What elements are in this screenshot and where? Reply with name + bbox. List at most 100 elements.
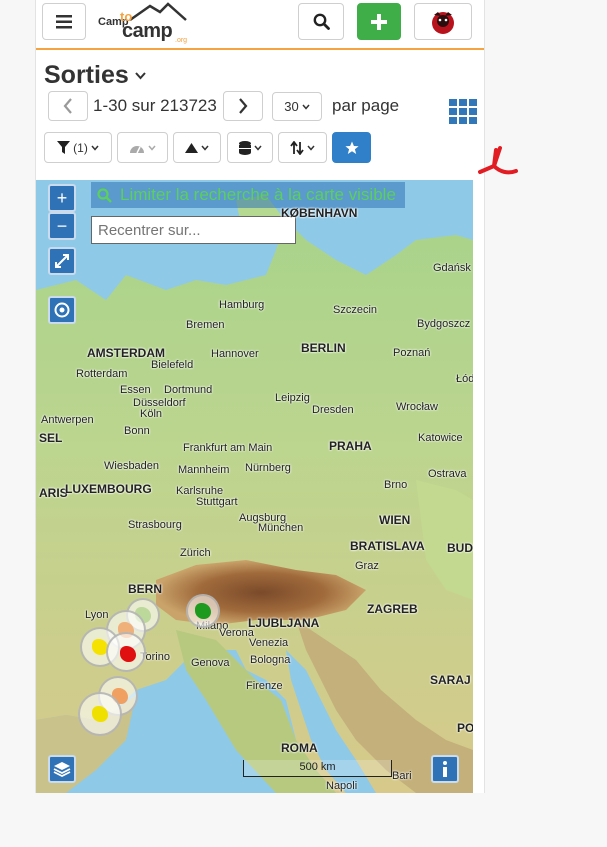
recenter-input[interactable] xyxy=(91,216,296,244)
app-container: Camp to camp .org Sorties 1-30 sur 21372… xyxy=(35,0,485,793)
page-size-select[interactable]: 30 xyxy=(272,92,322,121)
favorites-button[interactable] xyxy=(332,132,371,163)
top-navigation-bar: Camp to camp .org xyxy=(36,0,484,50)
map-city-label: Gdańsk xyxy=(433,262,471,274)
chevron-left-icon xyxy=(63,98,72,114)
geolocate-button[interactable] xyxy=(48,296,76,324)
map-layers-button[interactable] xyxy=(48,755,76,783)
chevron-down-icon xyxy=(307,145,315,151)
map-city-label: Bologna xyxy=(250,654,291,666)
zoom-out-button[interactable]: − xyxy=(48,212,76,240)
map-city-label: Napoli xyxy=(326,780,358,792)
map-city-label: Mannheim xyxy=(178,464,230,476)
map-city-label: Łódź xyxy=(456,373,473,385)
add-document-button[interactable] xyxy=(357,3,401,40)
filter-button[interactable]: (1) xyxy=(44,132,112,163)
map-city-label: KØBENHAVN xyxy=(281,206,358,220)
grid-view-icon[interactable] xyxy=(449,99,477,124)
map-city-label: Köln xyxy=(140,408,163,420)
map-city-label: BERN xyxy=(128,582,163,596)
map-city-label: BRATISLAVA xyxy=(350,539,425,553)
hamburger-icon xyxy=(56,14,72,28)
map-city-label: LJUBLJANA xyxy=(248,616,320,630)
map-city-label: Frankfurt am Main xyxy=(183,442,273,454)
zoom-in-button[interactable]: + xyxy=(48,184,76,212)
map-city-label: Lyon xyxy=(85,609,109,621)
layers-icon xyxy=(53,762,71,777)
map-city-label: LUXEMBOURG xyxy=(65,482,152,496)
camptocamp-logo[interactable]: Camp to camp .org xyxy=(98,2,194,46)
map-info-button[interactable] xyxy=(431,755,459,783)
map-city-label: SEL xyxy=(39,431,63,445)
dashboard-icon xyxy=(130,145,144,153)
chevron-down-icon xyxy=(148,145,156,151)
map-city-label: Leipzig xyxy=(275,392,310,404)
map-city-label: POD xyxy=(457,721,473,735)
chevron-down-icon xyxy=(253,145,262,151)
search-button[interactable] xyxy=(298,3,344,40)
star-icon xyxy=(344,141,359,154)
scale-label: 500 km xyxy=(299,761,336,773)
chevron-right-icon xyxy=(239,98,248,114)
database-filter-button[interactable] xyxy=(227,132,273,163)
map-city-label: Firenze xyxy=(246,680,283,692)
chevron-down-icon xyxy=(135,71,146,79)
map-city-label: Rotterdam xyxy=(76,368,128,380)
map-city-label: Brno xyxy=(384,479,408,491)
chevron-down-icon xyxy=(302,104,310,110)
filter-count: (1) xyxy=(73,140,88,155)
next-page-button[interactable] xyxy=(223,91,263,121)
sort-button[interactable] xyxy=(278,132,327,163)
map-city-label: Wiesbaden xyxy=(104,460,160,472)
map-city-label: Hamburg xyxy=(219,299,265,311)
user-account-button[interactable] xyxy=(414,3,472,40)
quality-filter-button[interactable] xyxy=(117,132,168,163)
map-city-label: ARIS xyxy=(39,486,68,500)
map-city-label: ZAGREB xyxy=(367,602,418,616)
map-city-label: BUD xyxy=(447,541,473,555)
outing-cluster[interactable] xyxy=(186,594,220,628)
map-city-label: Graz xyxy=(355,560,379,572)
map-city-label: AMSTERDAM xyxy=(87,346,165,360)
page-title[interactable]: Sorties xyxy=(44,61,146,90)
outing-cluster[interactable] xyxy=(106,632,146,672)
search-icon xyxy=(97,187,112,203)
per-page-label: par page xyxy=(332,96,400,115)
logo-text-part3: camp xyxy=(122,20,173,42)
map-city-label: Bydgoszcz xyxy=(417,318,471,330)
minus-icon: − xyxy=(56,215,68,236)
activity-filter-button[interactable] xyxy=(173,132,221,163)
user-avatar-icon xyxy=(432,11,454,34)
map-city-label: Bielefeld xyxy=(151,359,194,371)
chevron-down-icon xyxy=(201,145,209,151)
map-city-label: München xyxy=(258,522,304,534)
map-city-label: Genova xyxy=(191,657,230,669)
outing-cluster[interactable] xyxy=(78,692,122,736)
page-size-value: 30 xyxy=(284,99,299,114)
map-city-label: Strasbourg xyxy=(128,519,182,531)
map-city-label: Bremen xyxy=(186,319,225,331)
plus-icon xyxy=(371,13,387,30)
limit-search-to-map-toggle[interactable]: Limiter la recherche à la carte visible xyxy=(91,182,405,208)
fullscreen-button[interactable] xyxy=(48,247,76,275)
sort-arrows-icon xyxy=(290,140,304,155)
map-city-label: Antwerpen xyxy=(41,414,94,426)
red-annotation-arrow-icon xyxy=(478,146,518,175)
logo-text-part4: .org xyxy=(175,37,188,44)
filter-icon xyxy=(57,141,71,154)
map-city-label: Bonn xyxy=(124,425,150,437)
map-city-label: Ostrava xyxy=(428,468,467,480)
page-title-text: Sorties xyxy=(44,61,129,89)
mountain-icon xyxy=(185,142,198,153)
menu-button[interactable] xyxy=(42,3,86,40)
previous-page-button[interactable] xyxy=(48,91,88,121)
outings-map[interactable]: + − Limiter la recherche à la carte visi… xyxy=(36,180,473,793)
map-city-label: Wrocław xyxy=(396,401,438,413)
map-city-label: WIEN xyxy=(379,513,411,527)
map-city-label: SARAJ xyxy=(430,673,471,687)
map-scale-bar: 500 km xyxy=(243,760,392,777)
database-icon xyxy=(238,140,251,155)
limit-search-label: Limiter la recherche à la carte visible xyxy=(120,185,396,204)
map-city-label: Essen xyxy=(120,384,151,396)
map-city-label: Dortmund xyxy=(164,384,213,396)
